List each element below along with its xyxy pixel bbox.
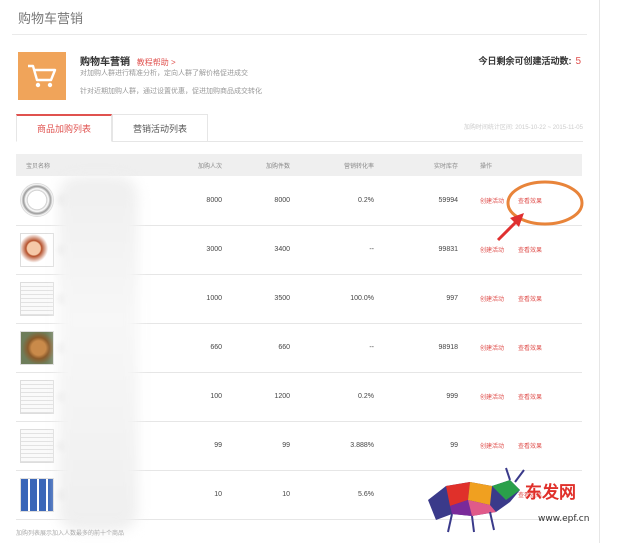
stock: 99831 [386, 225, 470, 275]
view-effect-link[interactable]: 查看效果 [518, 297, 542, 303]
add-qty: 3400 [234, 225, 302, 275]
view-effect-link[interactable]: 查看效果 [518, 199, 542, 205]
tab-bar: 商品加购列表 营销活动列表 加购时间统计区间: 2015-10-22 ~ 201… [16, 114, 583, 142]
table-header: 宝贝名称 加购人次 加购件数 营销转化率 实时库存 操作 [16, 154, 582, 176]
operation-cell: 创建活动 查看效果 [470, 274, 582, 324]
watermark-url: www.epf.cn [538, 514, 590, 524]
add-qty: 8000 [234, 176, 302, 226]
product-thumbnail[interactable] [20, 330, 54, 365]
add-times: 10 [166, 470, 234, 520]
header-add-times: 加购人次 [166, 154, 234, 176]
operation-cell: 创建活动 查看效果 [470, 323, 582, 373]
remaining-activities: 今日剩余可创建活动数: 5 [478, 54, 581, 67]
add-times: 3000 [166, 225, 234, 275]
feature-description-2: 针对近期加购人群，通过设置优惠，促进加购商品成交转化 [80, 88, 262, 95]
operation-cell: 创建活动 查看效果 [470, 225, 582, 275]
product-thumbnail[interactable] [20, 477, 54, 512]
stock: 59994 [386, 176, 470, 226]
conv-rate: -- [302, 225, 386, 275]
divider [12, 34, 587, 35]
product-thumbnail[interactable] [20, 281, 54, 316]
header-conv-rate: 营销转化率 [302, 154, 386, 176]
header-operation: 操作 [470, 154, 582, 176]
feature-name: 购物车营销 教程帮助 > [80, 53, 176, 68]
product-thumbnail[interactable] [20, 183, 54, 218]
shopping-cart-icon [18, 52, 66, 100]
conv-rate: 5.6% [302, 470, 386, 520]
conv-rate: 100.0% [302, 274, 386, 324]
help-link[interactable]: 教程帮助 > [137, 58, 176, 67]
create-activity-link[interactable]: 创建活动 [480, 444, 504, 450]
view-effect-link[interactable]: 查看效果 [518, 395, 542, 401]
view-effect-link[interactable]: 查看效果 [518, 346, 542, 352]
product-thumbnail[interactable] [20, 379, 54, 414]
create-activity-link[interactable]: 创建活动 [480, 493, 504, 499]
header-product-name: 宝贝名称 [16, 154, 166, 176]
add-qty: 660 [234, 323, 302, 373]
add-qty: 99 [234, 421, 302, 471]
create-activity-link[interactable]: 创建活动 [480, 199, 504, 205]
add-times: 1000 [166, 274, 234, 324]
stock: 997 [386, 274, 470, 324]
create-activity-link[interactable]: 创建活动 [480, 395, 504, 401]
add-qty: 10 [234, 470, 302, 520]
header-stock: 实时库存 [386, 154, 470, 176]
operation-cell: 创建活动 查看效果 [470, 421, 582, 471]
page-title: 购物车营销 [18, 11, 84, 26]
create-activity-link[interactable]: 创建活动 [480, 346, 504, 352]
feature-name-text: 购物车营销 [80, 57, 130, 68]
operation-cell: 创建活动 查看效果 [470, 372, 582, 422]
stock: 99 [386, 421, 470, 471]
view-effect-link[interactable]: 查看效果 [518, 444, 542, 450]
footer-note: 加购列表展示加入人数最多的前十个商品 [16, 531, 125, 537]
conv-rate: -- [302, 323, 386, 373]
add-qty: 3500 [234, 274, 302, 324]
add-times: 100 [166, 372, 234, 422]
feature-description: 对加购人群进行精准分析，定向人群了解价格促进成交 [80, 70, 248, 77]
product-thumbnail[interactable] [20, 428, 54, 463]
page: 购物车营销 购物车营销 教程帮助 > 对加购人群进行精准分析，定向人群了解价格促… [0, 0, 600, 543]
operation-cell: 创建活动 查看效果 [470, 176, 582, 226]
privacy-blur [58, 176, 138, 531]
watermark-logo-text: 东发网 [525, 483, 576, 503]
add-qty: 1200 [234, 372, 302, 422]
create-activity-link[interactable]: 创建活动 [480, 248, 504, 254]
add-times: 660 [166, 323, 234, 373]
conv-rate: 0.2% [302, 372, 386, 422]
stock: 9000 [386, 470, 470, 520]
stock: 98918 [386, 323, 470, 373]
tab-product-add-list[interactable]: 商品加购列表 [16, 114, 112, 142]
conv-rate: 3.888% [302, 421, 386, 471]
stock: 999 [386, 372, 470, 422]
header-add-qty: 加购件数 [234, 154, 302, 176]
tab-campaign-list[interactable]: 营销活动列表 [112, 114, 208, 142]
conv-rate: 0.2% [302, 176, 386, 226]
remaining-label: 今日剩余可创建活动数: [478, 56, 572, 66]
product-thumbnail[interactable] [20, 232, 54, 267]
add-times: 99 [166, 421, 234, 471]
add-times: 8000 [166, 176, 234, 226]
create-activity-link[interactable]: 创建活动 [480, 297, 504, 303]
remaining-count: 5 [575, 56, 581, 67]
view-effect-link[interactable]: 查看效果 [518, 248, 542, 254]
date-range: 加购时间统计区间: 2015-10-22 ~ 2015-11-05 [463, 125, 583, 131]
